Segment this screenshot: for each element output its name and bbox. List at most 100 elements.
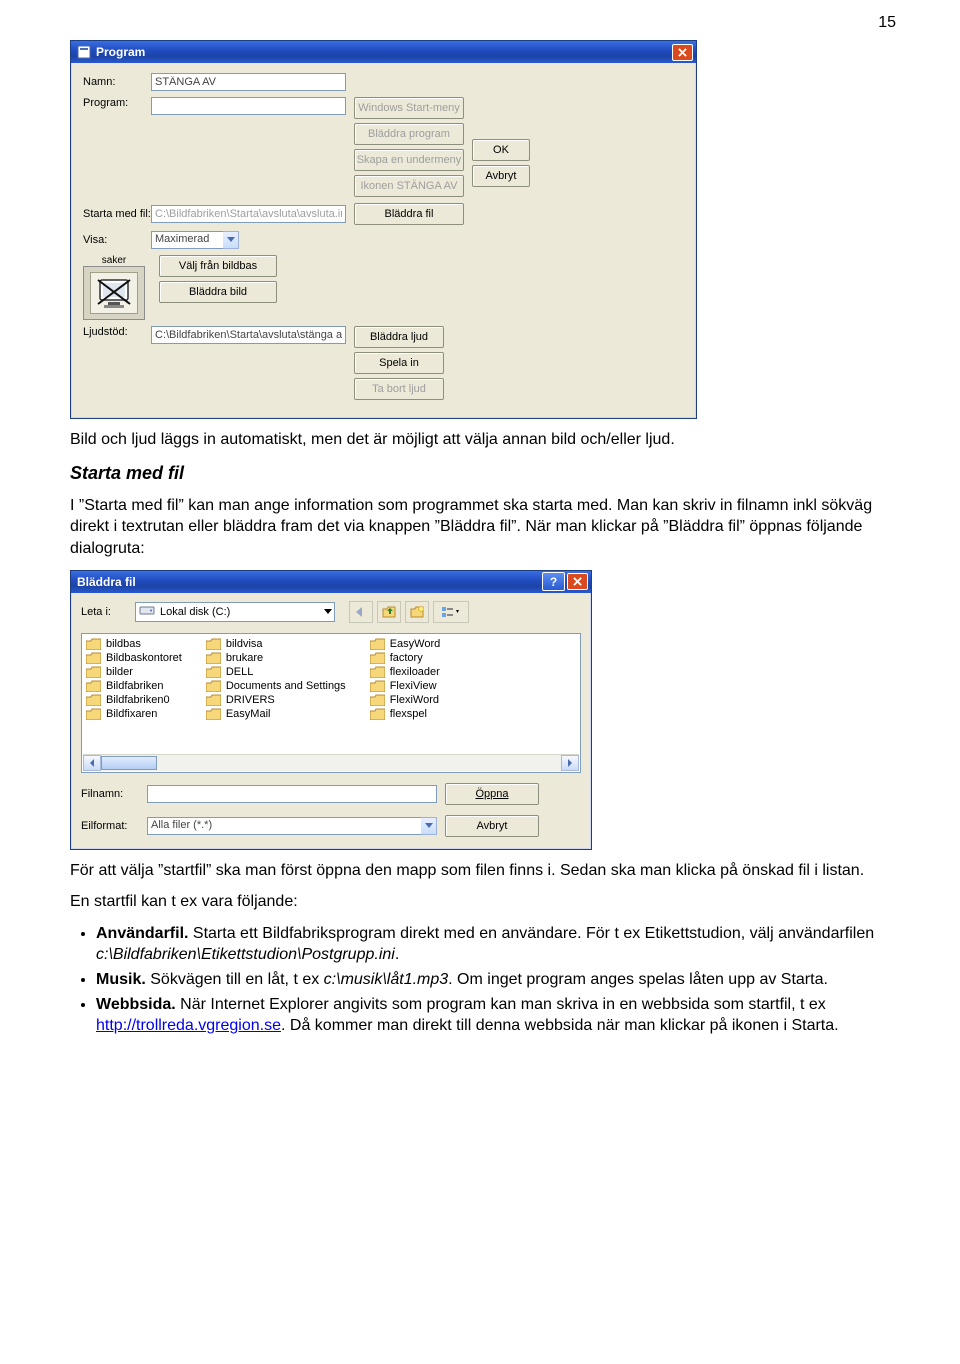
bladdra-ljud-button[interactable]: Bläddra ljud xyxy=(354,326,444,348)
new-folder-button[interactable] xyxy=(405,601,429,623)
scroll-right-button[interactable] xyxy=(561,755,579,771)
list-item[interactable]: FlexiWord xyxy=(370,694,441,706)
list-item[interactable]: Bildbaskontoret xyxy=(86,652,182,664)
page-number: 15 xyxy=(70,14,896,32)
folder-icon xyxy=(206,638,221,650)
folder-icon xyxy=(370,652,385,664)
folder-icon xyxy=(370,680,385,692)
folder-icon xyxy=(370,708,385,720)
paragraph-4: En startfil kan t ex vara följande: xyxy=(70,891,900,913)
list-item[interactable]: EasyWord xyxy=(370,638,441,650)
scroll-thumb[interactable] xyxy=(101,756,157,770)
list-item[interactable]: Bildfabriken0 xyxy=(86,694,182,706)
folder-icon xyxy=(206,652,221,664)
chevron-right-icon xyxy=(567,759,573,767)
thumb-caption: saker xyxy=(102,255,126,266)
view-menu-button[interactable] xyxy=(433,601,469,623)
file-list-pane[interactable]: bildbas Bildbaskontoret bilder Bildfabri… xyxy=(81,633,581,773)
chevron-down-icon xyxy=(421,817,437,835)
skapa-undermeny-button: Skapa en undermeny xyxy=(354,149,464,171)
ok-button[interactable]: OK xyxy=(472,139,530,161)
browse-titlebar: Bläddra fil ? xyxy=(71,571,591,593)
program-body: Namn: Program: Windows Start-meny Bläddr… xyxy=(71,63,696,418)
folder-icon xyxy=(206,708,221,720)
folder-icon xyxy=(86,666,101,678)
label-namn: Namn: xyxy=(83,76,151,88)
list-item[interactable]: DELL xyxy=(206,666,346,678)
label-ljudstod: Ljudstöd: xyxy=(83,326,151,338)
folder-column-3: EasyWord factory flexiloader FlexiView F… xyxy=(370,638,441,720)
list-item[interactable]: Bildfixaren xyxy=(86,708,182,720)
help-button[interactable]: ? xyxy=(542,572,565,591)
folder-icon xyxy=(86,708,101,720)
drive-dropdown[interactable]: Lokal disk (C:) xyxy=(135,602,335,622)
close-icon xyxy=(573,577,582,586)
arrow-left-icon xyxy=(355,607,367,617)
back-button[interactable] xyxy=(349,601,373,623)
folder-icon xyxy=(206,666,221,678)
close-button[interactable] xyxy=(672,44,693,61)
bladdra-bild-button[interactable]: Bläddra bild xyxy=(159,281,277,303)
folder-icon xyxy=(370,638,385,650)
icon-thumbnail xyxy=(83,266,145,320)
avbryt-button[interactable]: Avbryt xyxy=(472,165,530,187)
drive-icon xyxy=(139,603,155,620)
bladdra-fil-button[interactable]: Bläddra fil xyxy=(354,203,464,225)
namn-field[interactable] xyxy=(151,73,346,91)
list-item[interactable]: DRIVERS xyxy=(206,694,346,706)
list-item[interactable]: FlexiView xyxy=(370,680,441,692)
list-item[interactable]: flexiloader xyxy=(370,666,441,678)
up-folder-button[interactable] xyxy=(377,601,401,623)
close-icon xyxy=(678,48,687,57)
open-button[interactable]: Öppna xyxy=(445,783,539,805)
browse-body: Leta i: Lokal disk (C:) xyxy=(71,593,591,849)
folder-icon xyxy=(206,694,221,706)
folder-icon xyxy=(206,680,221,692)
page: 15 Program Namn: Progra xyxy=(0,0,960,1364)
list-item[interactable]: bildbas xyxy=(86,638,182,650)
starta-med-fil-field[interactable] xyxy=(151,205,346,223)
valj-fran-bildbas-button[interactable]: Välj från bildbas xyxy=(159,255,277,277)
link-trollreda[interactable]: http://trollreda.vgregion.se xyxy=(96,1017,281,1034)
list-item[interactable]: Bildfabriken xyxy=(86,680,182,692)
folder-icon xyxy=(86,680,101,692)
browse-cancel-button[interactable]: Avbryt xyxy=(445,815,539,837)
browse-close-button[interactable] xyxy=(567,573,588,590)
list-item[interactable]: EasyMail xyxy=(206,708,346,720)
scroll-track[interactable] xyxy=(101,756,561,770)
open-button-label: Öppna xyxy=(475,788,508,800)
filformat-dropdown[interactable]: Alla filer (*.*) xyxy=(147,817,437,835)
list-item[interactable]: Documents and Settings xyxy=(206,680,346,692)
new-folder-icon xyxy=(410,606,424,618)
label-program: Program: xyxy=(83,97,151,109)
list-view-icon xyxy=(441,606,461,618)
program-dialog: Program Namn: Program: Windows Start-men… xyxy=(70,40,697,419)
folder-icon xyxy=(86,638,101,650)
chevron-left-icon xyxy=(89,759,95,767)
list-item[interactable]: flexspel xyxy=(370,708,441,720)
ta-bort-ljud-button: Ta bort ljud xyxy=(354,378,444,400)
filnamn-field[interactable] xyxy=(147,785,437,803)
heading-starta-med-fil: Starta med fil xyxy=(70,461,900,485)
windows-start-button: Windows Start-meny xyxy=(354,97,464,119)
label-filformat: Eilformat: xyxy=(81,820,139,832)
label-visa: Visa: xyxy=(83,234,151,246)
program-field[interactable] xyxy=(151,97,346,115)
horizontal-scrollbar[interactable] xyxy=(83,754,579,771)
list-item[interactable]: bildvisa xyxy=(206,638,346,650)
ljudstod-field[interactable] xyxy=(151,326,346,344)
list-item[interactable]: bilder xyxy=(86,666,182,678)
paragraph-2: I ”Starta med fil” kan man ange informat… xyxy=(70,495,900,560)
bladdra-program-button: Bläddra program xyxy=(354,123,464,145)
filformat-value: Alla filer (*.*) xyxy=(147,817,421,835)
list-item[interactable]: brukare xyxy=(206,652,346,664)
bullet-musik: Musik. Sökvägen till en låt, t ex c:\mus… xyxy=(96,969,900,991)
scroll-left-button[interactable] xyxy=(83,755,101,771)
paragraph-3: För att välja ”startfil” ska man först ö… xyxy=(70,860,900,882)
folder-icon xyxy=(370,694,385,706)
list-item[interactable]: factory xyxy=(370,652,441,664)
visa-dropdown[interactable]: Maximerad xyxy=(151,231,239,249)
body-text: Bild och ljud läggs in automatiskt, men … xyxy=(70,429,900,560)
spela-in-button[interactable]: Spela in xyxy=(354,352,444,374)
program-titlebar: Program xyxy=(71,41,696,63)
